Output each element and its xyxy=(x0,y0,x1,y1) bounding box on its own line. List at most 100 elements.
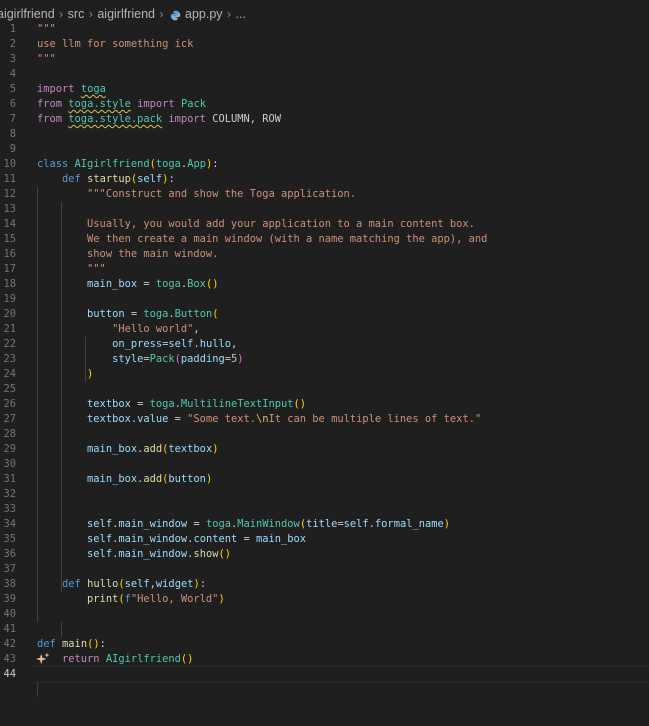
code-line[interactable]: 41 xyxy=(0,622,649,637)
code-token: value xyxy=(137,413,169,425)
code-line[interactable]: 10 class AIgirlfriend(toga.App): xyxy=(0,157,649,172)
line-number: 25 xyxy=(3,383,16,395)
line-number: 23 xyxy=(3,353,16,365)
code-token: main_window xyxy=(118,518,188,530)
code-token: """ xyxy=(37,53,56,65)
code-line[interactable]: 17 """ xyxy=(0,262,649,277)
code-token: Usually, you would add your application … xyxy=(87,218,475,230)
code-line[interactable]: 26 textbox = toga.MultilineTextInput() xyxy=(0,397,649,412)
code-line[interactable]: 9 xyxy=(0,142,649,157)
code-token: import xyxy=(37,83,75,95)
line-source: print(f"Hello, World") xyxy=(37,592,225,607)
breadcrumb-item-project[interactable]: aigirlfriend xyxy=(0,7,55,21)
code-token: main_box xyxy=(87,443,138,455)
line-number: 37 xyxy=(3,563,16,575)
code-line[interactable]: 34 self.main_window = toga.MainWindow(ti… xyxy=(0,517,649,532)
code-line[interactable]: 30 xyxy=(0,457,649,472)
code-line[interactable]: 3 """ xyxy=(0,52,649,67)
code-line[interactable]: 14 Usually, you would add your applicati… xyxy=(0,217,649,232)
code-line[interactable]: 44 xyxy=(0,666,649,683)
code-token: "Hello, World" xyxy=(130,593,219,605)
code-token: """ xyxy=(87,263,106,275)
code-token: Box xyxy=(187,278,206,290)
code-line[interactable]: 42 def main(): xyxy=(0,637,649,652)
code-token: main_box xyxy=(256,533,307,545)
code-line[interactable]: 31 main_box.add(button) xyxy=(0,472,649,487)
code-line[interactable]: 28 xyxy=(0,427,649,442)
code-line[interactable]: 32 xyxy=(0,487,649,502)
code-token: : xyxy=(99,638,106,650)
code-token: """Construct and show the Toga applicati… xyxy=(87,188,357,200)
code-line[interactable]: 38 def hullo(self,widget): xyxy=(0,577,649,592)
line-number: 30 xyxy=(3,458,16,470)
code-token: = xyxy=(168,413,188,425)
line-number: 21 xyxy=(3,323,16,335)
code-line[interactable]: 29 main_box.add(textbox) xyxy=(0,442,649,457)
code-line[interactable]: 2 use llm for something ick xyxy=(0,37,649,52)
code-line[interactable]: 19 xyxy=(0,292,649,307)
code-line[interactable]: 15 We then create a main window (with a … xyxy=(0,232,649,247)
line-source: def startup(self): xyxy=(37,172,175,187)
code-token: toga xyxy=(155,278,181,290)
code-line[interactable]: 20 button = toga.Button( xyxy=(0,307,649,322)
line-source: """ xyxy=(37,22,56,37)
code-line[interactable]: 25 xyxy=(0,382,649,397)
code-token: main xyxy=(62,638,88,650)
code-token: Button xyxy=(174,308,213,320)
code-line[interactable]: 21 "Hello world", xyxy=(0,322,649,337)
breadcrumb-item-file[interactable]: app.py xyxy=(185,7,223,21)
code-editor[interactable]: aigirlfriend › src › aigirlfriend › app.… xyxy=(0,0,649,726)
code-line[interactable]: 22 on_press=self.hullo, xyxy=(0,337,649,352)
line-number: 9 xyxy=(9,143,16,155)
code-token: self xyxy=(87,518,113,530)
code-line[interactable]: 13 xyxy=(0,202,649,217)
code-line[interactable]: 33 xyxy=(0,502,649,517)
code-line[interactable]: 36 self.main_window.show() xyxy=(0,547,649,562)
code-token: formal_name xyxy=(374,518,444,530)
breadcrumb-item-package[interactable]: aigirlfriend xyxy=(97,7,155,21)
line-source: Usually, you would add your application … xyxy=(37,217,475,232)
code-line[interactable]: 8 xyxy=(0,127,649,142)
code-token: "Some text. xyxy=(187,413,256,425)
code-line[interactable]: 6 from toga.style import Pack xyxy=(0,97,649,112)
code-line[interactable]: 18 main_box = toga.Box() xyxy=(0,277,649,292)
code-line[interactable]: 12 """Construct and show the Toga applic… xyxy=(0,187,649,202)
code-line[interactable]: 1 """ xyxy=(0,22,649,37)
code-token: on_press xyxy=(112,338,163,350)
line-number: 38 xyxy=(3,578,16,590)
code-token: textbox xyxy=(87,398,131,410)
code-line[interactable]: 27 textbox.value = "Some text.\nIt can b… xyxy=(0,412,649,427)
code-line[interactable]: 16 show the main window. xyxy=(0,247,649,262)
code-line[interactable]: 39 print(f"Hello, World") xyxy=(0,592,649,607)
code-token: toga xyxy=(80,83,106,95)
breadcrumb-item-src[interactable]: src xyxy=(68,7,85,21)
code-line[interactable]: 24 ) xyxy=(0,367,649,382)
breadcrumb-item-symbols[interactable]: ... xyxy=(236,7,246,21)
code-line[interactable]: 5 import toga xyxy=(0,82,649,97)
line-source: self.main_window.show() xyxy=(37,547,231,562)
code-token: add xyxy=(143,473,163,485)
code-token: : xyxy=(199,578,206,590)
code-line[interactable]: 23 style=Pack(padding=5) xyxy=(0,352,649,367)
code-line[interactable]: 4 xyxy=(0,67,649,82)
sparkle-icon[interactable] xyxy=(36,652,50,666)
code-line[interactable]: 37 xyxy=(0,562,649,577)
code-line[interactable]: 11 def startup(self): xyxy=(0,172,649,187)
line-number: 10 xyxy=(3,158,16,170)
code-line[interactable]: 40 xyxy=(0,607,649,622)
line-number: 31 xyxy=(3,473,16,485)
code-token: : xyxy=(212,158,219,170)
code-token: = xyxy=(124,308,144,320)
code-line[interactable]: 7 from toga.style.pack import COLUMN, ROW xyxy=(0,112,649,127)
line-number: 5 xyxy=(9,83,16,95)
code-line[interactable]: 35 self.main_window.content = main_box xyxy=(0,532,649,547)
code-token: class xyxy=(37,158,69,170)
code-token: button xyxy=(87,308,125,320)
line-source: ) xyxy=(37,367,93,382)
code-line[interactable]: 43 return AIgirlfriend() xyxy=(0,652,649,667)
code-token: toga xyxy=(155,158,181,170)
code-token: self xyxy=(343,518,369,530)
code-area[interactable]: 1 """ 2 use llm for something ick 3 """ 4 5 impo… xyxy=(0,22,649,697)
